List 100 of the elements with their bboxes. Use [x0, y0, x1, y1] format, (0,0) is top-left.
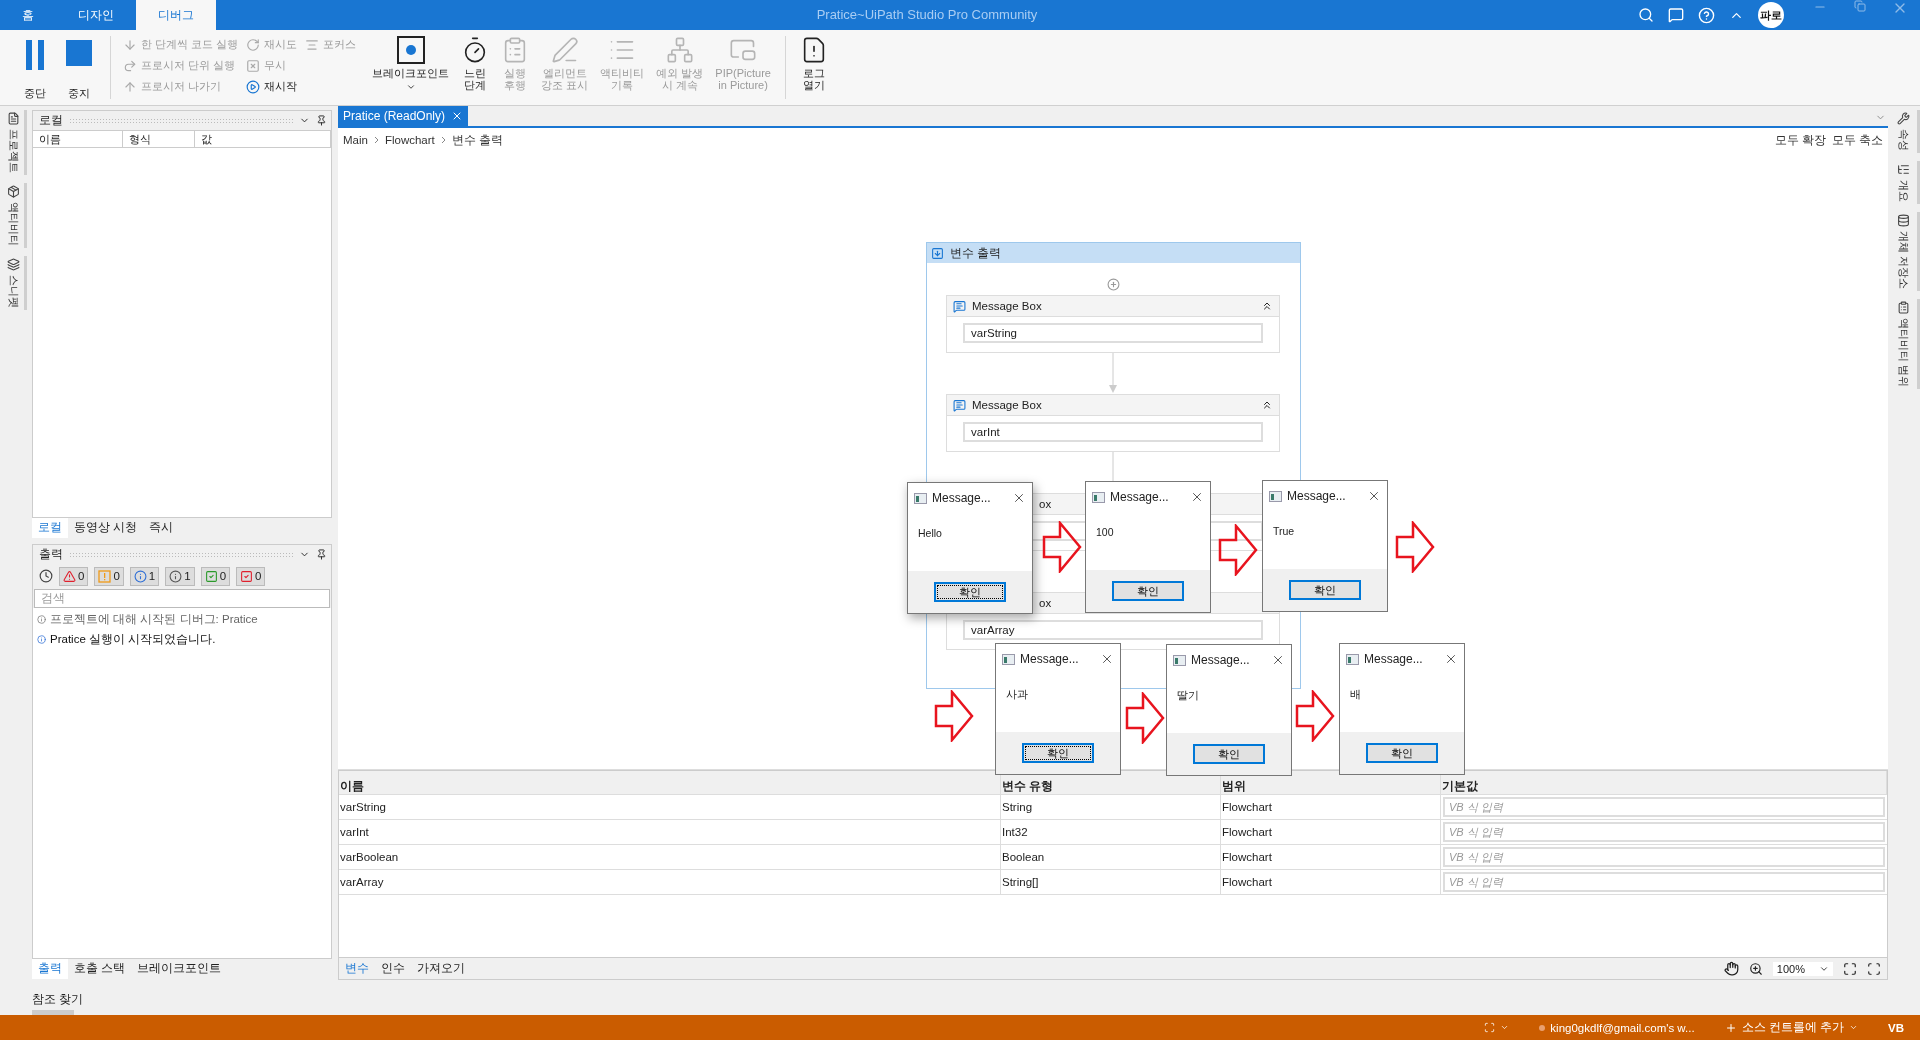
menu-tab[interactable]: 디버그: [136, 0, 216, 30]
help-icon[interactable]: [1698, 6, 1715, 24]
ribbon-button[interactable]: 중지: [56, 34, 102, 101]
close-icon[interactable]: [1190, 490, 1204, 504]
document-tab[interactable]: Pratice (ReadOnly): [338, 106, 469, 126]
expression-field[interactable]: varString: [963, 323, 1263, 343]
lines-icon: [305, 37, 320, 52]
panel-tab[interactable]: 참조 찾기: [32, 991, 332, 1008]
breadcrumb-link[interactable]: 변수 출력: [451, 132, 503, 148]
close-icon[interactable]: [1100, 652, 1114, 666]
panel-tab[interactable]: 로컬: [32, 517, 68, 538]
pin-icon[interactable]: [316, 548, 327, 560]
filter-toggle[interactable]: 0: [94, 566, 124, 586]
overview-icon[interactable]: [1867, 961, 1881, 976]
panel-tab[interactable]: 변수: [339, 958, 375, 979]
ok-button[interactable]: 확인: [1289, 580, 1361, 600]
panel-tab[interactable]: 브레이크포인트: [131, 959, 228, 979]
dialog-message: 사과: [1006, 688, 1028, 700]
input-field[interactable]: VB 식 입력: [1443, 872, 1885, 892]
exclamation-box-icon: [98, 569, 112, 583]
pin-icon[interactable]: [316, 115, 327, 126]
feedback-icon[interactable]: [1668, 7, 1684, 23]
message-icon: [953, 299, 966, 313]
add-icon[interactable]: [1106, 278, 1120, 291]
collapse-icon[interactable]: [1261, 300, 1273, 312]
arrow-drawing: [1218, 524, 1258, 576]
panel-tab[interactable]: 가져오기: [411, 958, 471, 979]
activity-title: ox: [1039, 597, 1052, 609]
zoom-dropdown[interactable]: 100%: [1772, 961, 1833, 976]
ok-button[interactable]: 확인: [934, 582, 1006, 602]
panel-title: 출력: [39, 545, 63, 563]
arrow-drawing: [1295, 690, 1335, 742]
close-icon[interactable]: [1444, 652, 1458, 666]
zoom-icon[interactable]: [1748, 961, 1763, 976]
menu-tab[interactable]: 홈: [0, 0, 56, 30]
ribbon-button[interactable]: 중단: [14, 34, 56, 101]
ok-button[interactable]: 확인: [1022, 743, 1094, 763]
status-item[interactable]: 소스 컨트롤에 추가: [1741, 1020, 1844, 1035]
panel-tab[interactable]: 즉시: [143, 517, 180, 538]
filter-toggle[interactable]: 1: [129, 566, 160, 586]
ribbon-button[interactable]: 브레이크포인트: [366, 34, 456, 101]
fit-icon[interactable]: [1843, 961, 1857, 976]
menu-tab[interactable]: 디자인: [56, 0, 136, 30]
user-avatar[interactable]: 파로: [1758, 2, 1784, 28]
breadcrumb-link[interactable]: Main: [343, 134, 368, 146]
ribbon-button[interactable]: 로그 열기: [793, 34, 834, 101]
activity-title: Message Box: [972, 300, 1043, 312]
message-icon: [953, 398, 966, 412]
side-tab[interactable]: 액티비티 범위: [1890, 299, 1920, 390]
clock-icon[interactable]: [39, 569, 53, 583]
toolbar-link[interactable]: 모두 확장: [1774, 132, 1826, 148]
collapse-icon[interactable]: [1261, 399, 1273, 411]
side-tab[interactable]: 개요: [1890, 161, 1920, 204]
window-title: Pratice~UiPath Studio Pro Community: [815, 6, 1039, 24]
column-header: 값: [195, 131, 331, 148]
ok-button[interactable]: 확인: [1112, 581, 1184, 601]
status-item[interactable]: VB: [1888, 1021, 1904, 1034]
activity-title: ox: [1039, 498, 1052, 510]
caret-icon: [1849, 1023, 1858, 1032]
expression-field[interactable]: varArray: [963, 620, 1263, 640]
toolbar-link[interactable]: 모두 축소: [1831, 132, 1883, 148]
table-cell: Flowchart: [1221, 870, 1441, 894]
caret-icon: [1500, 1023, 1510, 1032]
search-icon[interactable]: [1638, 7, 1654, 23]
panel-tab[interactable]: 출력: [32, 959, 68, 979]
filter-toggle[interactable]: 0: [236, 566, 266, 586]
ribbon-button[interactable]: 재시작: [246, 78, 298, 95]
panel-tab[interactable]: 동영상 시청: [68, 517, 144, 538]
hand-icon[interactable]: [1723, 961, 1739, 976]
close-icon[interactable]: [1271, 653, 1285, 667]
breadcrumb-link[interactable]: Flowchart: [384, 134, 435, 146]
ok-button[interactable]: 확인: [1366, 743, 1438, 763]
filter-toggle[interactable]: 0: [200, 566, 231, 586]
side-tab[interactable]: 개체 저장소: [1890, 212, 1920, 292]
side-tab[interactable]: 액티비티: [3, 183, 27, 248]
input-field[interactable]: VB 식 입력: [1443, 822, 1885, 842]
search-field[interactable]: 검색: [34, 588, 330, 608]
filter-toggle[interactable]: 0: [59, 566, 89, 586]
table-cell: varString: [339, 795, 1001, 819]
panel-tab[interactable]: 인수: [375, 958, 411, 979]
side-tab[interactable]: 스니펫: [3, 256, 27, 310]
table-cell: varInt: [339, 820, 1001, 844]
input-field[interactable]: VB 식 입력: [1443, 797, 1885, 817]
panel-tab[interactable]: 호출 스택: [68, 959, 132, 979]
expression-field[interactable]: varInt: [963, 422, 1263, 442]
status-item[interactable]: king0gkdlf@gmail.com's w...: [1550, 1021, 1695, 1034]
window-icon: [1173, 654, 1186, 666]
side-tab[interactable]: 속성: [1890, 110, 1920, 153]
breakpoint-icon: [396, 36, 425, 64]
status-icon[interactable]: [1484, 1022, 1496, 1033]
dialog-title: Message...: [1110, 490, 1170, 504]
log-entry: Pratice 실행이 시작되었습니다.: [50, 631, 216, 647]
close-icon[interactable]: [1367, 489, 1381, 503]
ribbon-button[interactable]: 느린 단계: [455, 34, 496, 101]
filter-toggle[interactable]: 1: [165, 566, 195, 586]
input-field[interactable]: VB 식 입력: [1443, 847, 1885, 867]
info-icon: [37, 634, 46, 644]
side-tab[interactable]: 프로젝트: [3, 110, 27, 175]
ok-button[interactable]: 확인: [1193, 744, 1265, 764]
close-icon[interactable]: [1012, 491, 1026, 505]
